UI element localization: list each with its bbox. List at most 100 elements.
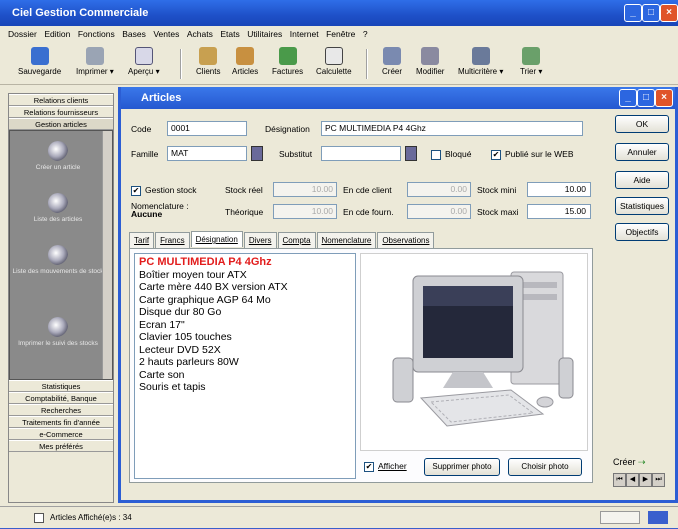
code-field[interactable]: 0001	[167, 121, 247, 136]
maximize-button[interactable]: □	[642, 4, 660, 22]
tab-observations[interactable]: Observations	[377, 232, 435, 248]
title-bar: Ciel Gestion Commerciale _ □ ×	[0, 0, 678, 26]
sidebar-item-creer-article[interactable]: Créer un article	[10, 141, 106, 172]
dialog-maximize-button[interactable]: □	[637, 89, 655, 107]
imprimer-button[interactable]: Imprimer ▾	[76, 47, 114, 76]
publie-web-checkbox[interactable]: ✔ Publié sur le WEB	[491, 149, 574, 160]
sidebar-ecommerce[interactable]: e-Commerce	[9, 428, 113, 440]
aide-button[interactable]: Aide	[615, 171, 669, 189]
menu-fenetre[interactable]: Fenêtre	[326, 29, 355, 39]
creer-toolbar-button[interactable]: Créer	[382, 47, 402, 76]
minimize-button[interactable]: _	[624, 4, 642, 22]
sidebar-statistiques[interactable]: Statistiques	[9, 380, 113, 392]
dialog-close-button[interactable]: ×	[655, 89, 673, 107]
menu-fonctions[interactable]: Fonctions	[78, 29, 115, 39]
supprimer-photo-button[interactable]: Supprimer photo	[424, 458, 500, 476]
stock-maxi-field[interactable]: 15.00	[527, 204, 591, 219]
designation-field[interactable]: PC MULTIMEDIA P4 4Ghz	[321, 121, 583, 136]
sidebar-item-liste-articles[interactable]: Liste des articles	[10, 193, 106, 224]
menu-ventes[interactable]: Ventes	[153, 29, 179, 39]
sidebar-gestion-articles[interactable]: Gestion articles	[9, 118, 113, 130]
calculette-button[interactable]: Calculette	[316, 47, 352, 76]
sidebar-item-mouvements-stock[interactable]: Liste des mouvements de stock	[10, 245, 106, 276]
bloque-checkbox[interactable]: Bloqué	[431, 149, 471, 160]
sauvegarde-button[interactable]: Sauvegarde	[18, 47, 61, 76]
articles-icon	[236, 47, 255, 65]
clients-button[interactable]: Clients	[196, 47, 220, 76]
sidebar-scrollbar[interactable]	[102, 131, 112, 379]
stock-mini-field[interactable]: 10.00	[527, 182, 591, 197]
previous-record-icon[interactable]: ◀	[626, 473, 639, 487]
menu-bases[interactable]: Bases	[122, 29, 146, 39]
menu-utilitaires[interactable]: Utilitaires	[247, 29, 282, 39]
trier-button[interactable]: Trier ▾	[520, 47, 542, 76]
sidebar-relations-clients[interactable]: Relations clients	[9, 94, 113, 106]
calculator-icon	[324, 47, 343, 65]
annuler-button[interactable]: Annuler	[615, 143, 669, 161]
tab-divers[interactable]: Divers	[243, 232, 277, 248]
sidebar-traitements[interactable]: Traitements fin d'année	[9, 416, 113, 428]
tab-tarif[interactable]: Tarif	[129, 232, 155, 248]
sidebar-mes-preferes[interactable]: Mes préférés	[9, 440, 113, 452]
description-line: Carte graphique AGP 64 Mo	[139, 293, 271, 306]
first-record-icon[interactable]: ⏮	[613, 473, 626, 487]
factures-icon	[278, 47, 297, 65]
substitut-lookup-icon[interactable]	[405, 146, 417, 161]
articles-dialog: Articles _ □ × Code 0001 Désignation PC …	[118, 87, 678, 503]
multicritere-button[interactable]: Multicritère ▾	[458, 47, 503, 76]
arrow-icon: ⇢	[638, 457, 646, 467]
sidebar-recherches[interactable]: Recherches	[9, 404, 113, 416]
description-line: Carte mère 440 BX version ATX	[139, 281, 288, 293]
description-line: Lecteur DVD 52X	[139, 343, 221, 356]
record-navigator: Créer ⇢ ⏮ ◀ ▶ ⏭	[613, 455, 673, 487]
menu-etats[interactable]: Etats	[220, 29, 239, 39]
apercu-button[interactable]: Aperçu ▾	[128, 47, 160, 76]
description-textarea[interactable]: PC MULTIMEDIA P4 4Ghz Boîtier moyen tour…	[134, 253, 356, 479]
famille-label: Famille	[131, 149, 159, 159]
sidebar-comptabilite[interactable]: Comptabilité, Banque	[9, 392, 113, 404]
choisir-photo-button[interactable]: Choisir photo	[508, 458, 582, 476]
toolbar-separator	[180, 49, 182, 79]
next-record-icon[interactable]: ▶	[639, 473, 652, 487]
menu-achats[interactable]: Achats	[187, 29, 213, 39]
dialog-minimize-button[interactable]: _	[619, 89, 637, 107]
nomenclature-value: Aucune	[131, 209, 163, 219]
sort-icon	[522, 47, 541, 65]
last-record-icon[interactable]: ⏭	[652, 473, 665, 487]
sidebar-relations-fournisseurs[interactable]: Relations fournisseurs	[9, 106, 113, 118]
factures-button[interactable]: Factures	[272, 47, 303, 76]
preview-icon	[134, 47, 153, 65]
tab-strip: Tarif Francs Désignation Divers Compta Nomenc…	[129, 231, 435, 248]
theorique-label: Théorique	[225, 207, 264, 217]
code-label: Code	[131, 124, 152, 134]
statistiques-button[interactable]: Statistiques	[615, 197, 669, 215]
famille-lookup-icon[interactable]	[251, 146, 263, 161]
menu-internet[interactable]: Internet	[290, 29, 319, 39]
tab-francs[interactable]: Francs	[155, 232, 190, 248]
articles-button[interactable]: Articles	[232, 47, 258, 76]
tab-compta[interactable]: Compta	[277, 232, 316, 248]
description-line: Ecran 17"	[139, 318, 185, 331]
famille-field[interactable]: MAT	[167, 146, 247, 161]
stock-reel-field: 10.00	[273, 182, 337, 197]
sidebar-item-suivi-stocks[interactable]: Imprimer le suivi des stocks	[10, 317, 106, 348]
product-photo	[360, 253, 588, 451]
substitut-field[interactable]	[321, 146, 401, 161]
tab-nomenclature[interactable]: Nomenclature	[316, 232, 377, 248]
close-button[interactable]: ×	[660, 4, 678, 22]
menu-dossier[interactable]: Dossier	[8, 29, 37, 39]
menu-edition[interactable]: Edition	[44, 29, 70, 39]
modifier-button[interactable]: Modifier	[416, 47, 444, 76]
tab-designation[interactable]: Désignation	[190, 231, 243, 247]
cde-fourn-field: 0.00	[407, 204, 471, 219]
menu-help[interactable]: ?	[363, 29, 368, 39]
ok-button[interactable]: OK	[615, 115, 669, 133]
gear-icon	[48, 193, 68, 213]
checkmark-icon: ✔	[491, 149, 501, 160]
objectifs-button[interactable]: Objectifs	[615, 223, 669, 241]
gestion-stock-checkbox[interactable]: ✔ Gestion stock	[131, 185, 197, 196]
creer-navigator-button[interactable]: Créer ⇢	[613, 455, 673, 469]
description-line: Carte son	[139, 368, 185, 381]
afficher-checkbox[interactable]: ✔ Afficher	[364, 461, 407, 472]
cde-client-label: En cde client	[343, 185, 392, 195]
